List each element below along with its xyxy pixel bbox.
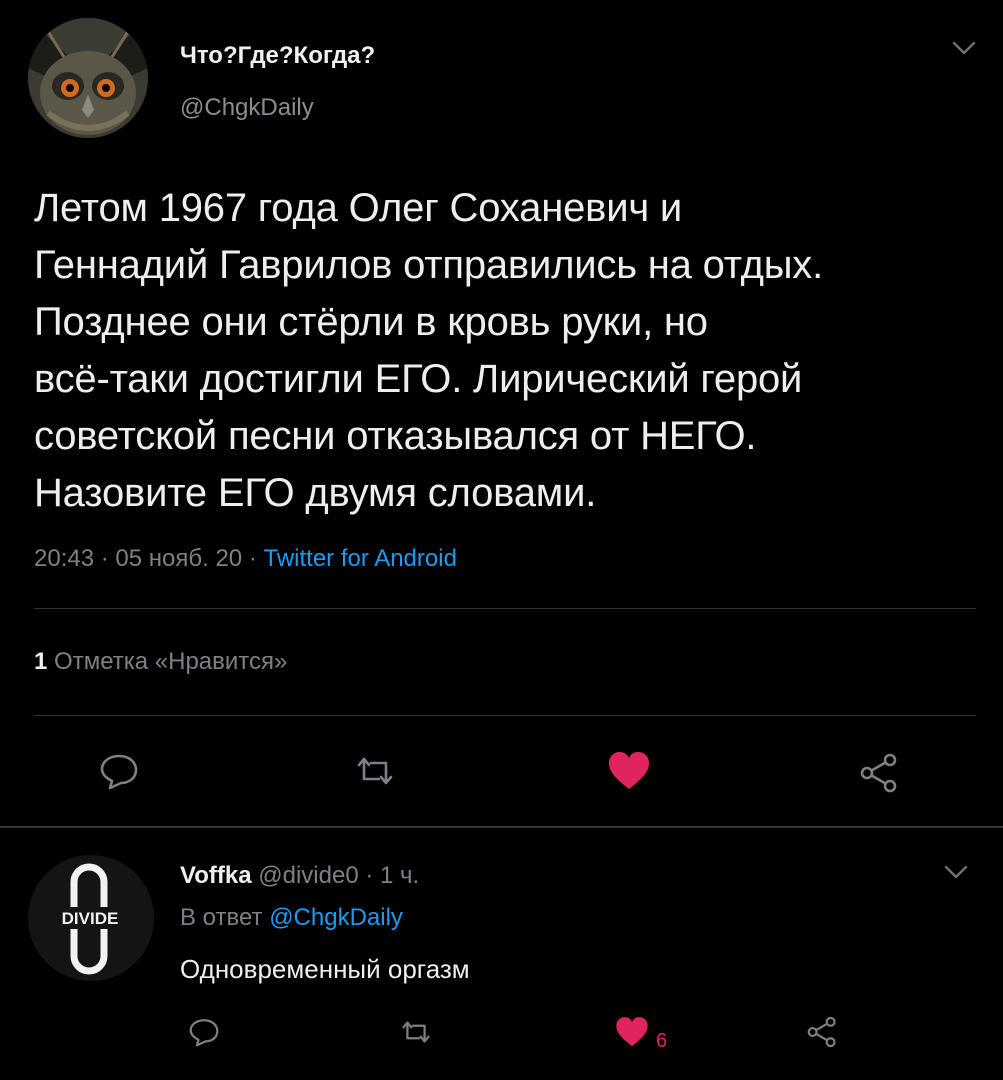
- tweet-text-line: всё-таки достигли ЕГО. Лирический герой: [34, 357, 803, 401]
- author-avatar[interactable]: [28, 18, 148, 138]
- retweet-icon[interactable]: [398, 1014, 434, 1050]
- avatar-logo-text: DIVIDE: [62, 909, 119, 928]
- likes-count: 1: [34, 648, 48, 675]
- likes-summary[interactable]: 1 Отметка «Нравится»: [34, 648, 287, 676]
- tweet-text: Летом 1967 года Олег Соханевич и Геннади…: [34, 180, 984, 522]
- heart-icon[interactable]: [614, 1014, 650, 1050]
- author-name[interactable]: Что?Где?Когда?: [180, 42, 375, 70]
- owl-avatar-image: [28, 18, 148, 138]
- divider: [34, 715, 976, 716]
- reply-to-mention[interactable]: @ChgkDaily: [269, 904, 403, 931]
- tweet-text-line: Летом 1967 года Олег Соханевич и: [34, 186, 683, 230]
- retweet-icon[interactable]: [352, 748, 398, 794]
- meta-separator: ·: [100, 545, 116, 572]
- heart-icon[interactable]: [606, 748, 652, 794]
- tweet-date: 05 нояб. 20: [115, 545, 243, 572]
- reply-avatar[interactable]: DIVIDE: [28, 855, 154, 981]
- comment-icon[interactable]: [186, 1014, 222, 1050]
- reply-author-name[interactable]: Voffka: [180, 862, 252, 889]
- tweet-meta: 20:43 · 05 нояб. 20 · Twitter for Androi…: [34, 545, 457, 573]
- meta-separator: ·: [365, 862, 381, 889]
- reply-text: Одновременный оргазм: [180, 954, 470, 984]
- likes-label: Отметка «Нравится»: [54, 648, 288, 675]
- tweet-text-line: Позднее они стёрли в кровь руки, но: [34, 300, 708, 344]
- tweet-source-link[interactable]: Twitter for Android: [264, 545, 457, 572]
- chevron-down-icon[interactable]: [948, 34, 980, 62]
- reply-like-count: 6: [656, 1030, 668, 1052]
- divider: [34, 608, 976, 609]
- tweet-text-line: Геннадий Гаврилов отправились на отдых.: [34, 243, 823, 287]
- comment-icon[interactable]: [96, 748, 142, 794]
- share-icon[interactable]: [856, 750, 902, 796]
- tweet-time: 20:43: [34, 545, 95, 572]
- tweet-text-line: советской песни отказывался от НЕГО.: [34, 414, 757, 458]
- reply-to-line: В ответ @ChgkDaily: [180, 904, 403, 932]
- reply-to-prefix: В ответ: [180, 904, 263, 931]
- chevron-down-icon[interactable]: [940, 858, 972, 886]
- reply-author-handle[interactable]: @divide0: [258, 862, 358, 889]
- author-handle[interactable]: @ChgkDaily: [180, 94, 314, 122]
- reply-header: Voffka @divide0 · 1 ч.: [180, 862, 419, 890]
- divider: [0, 826, 1003, 828]
- reply-time: 1 ч.: [380, 862, 420, 889]
- share-icon[interactable]: [804, 1014, 840, 1050]
- meta-separator: ·: [248, 545, 264, 572]
- tweet-text-line: Назовите ЕГО двумя словами.: [34, 471, 597, 515]
- divide-logo: DIVIDE: [28, 855, 154, 981]
